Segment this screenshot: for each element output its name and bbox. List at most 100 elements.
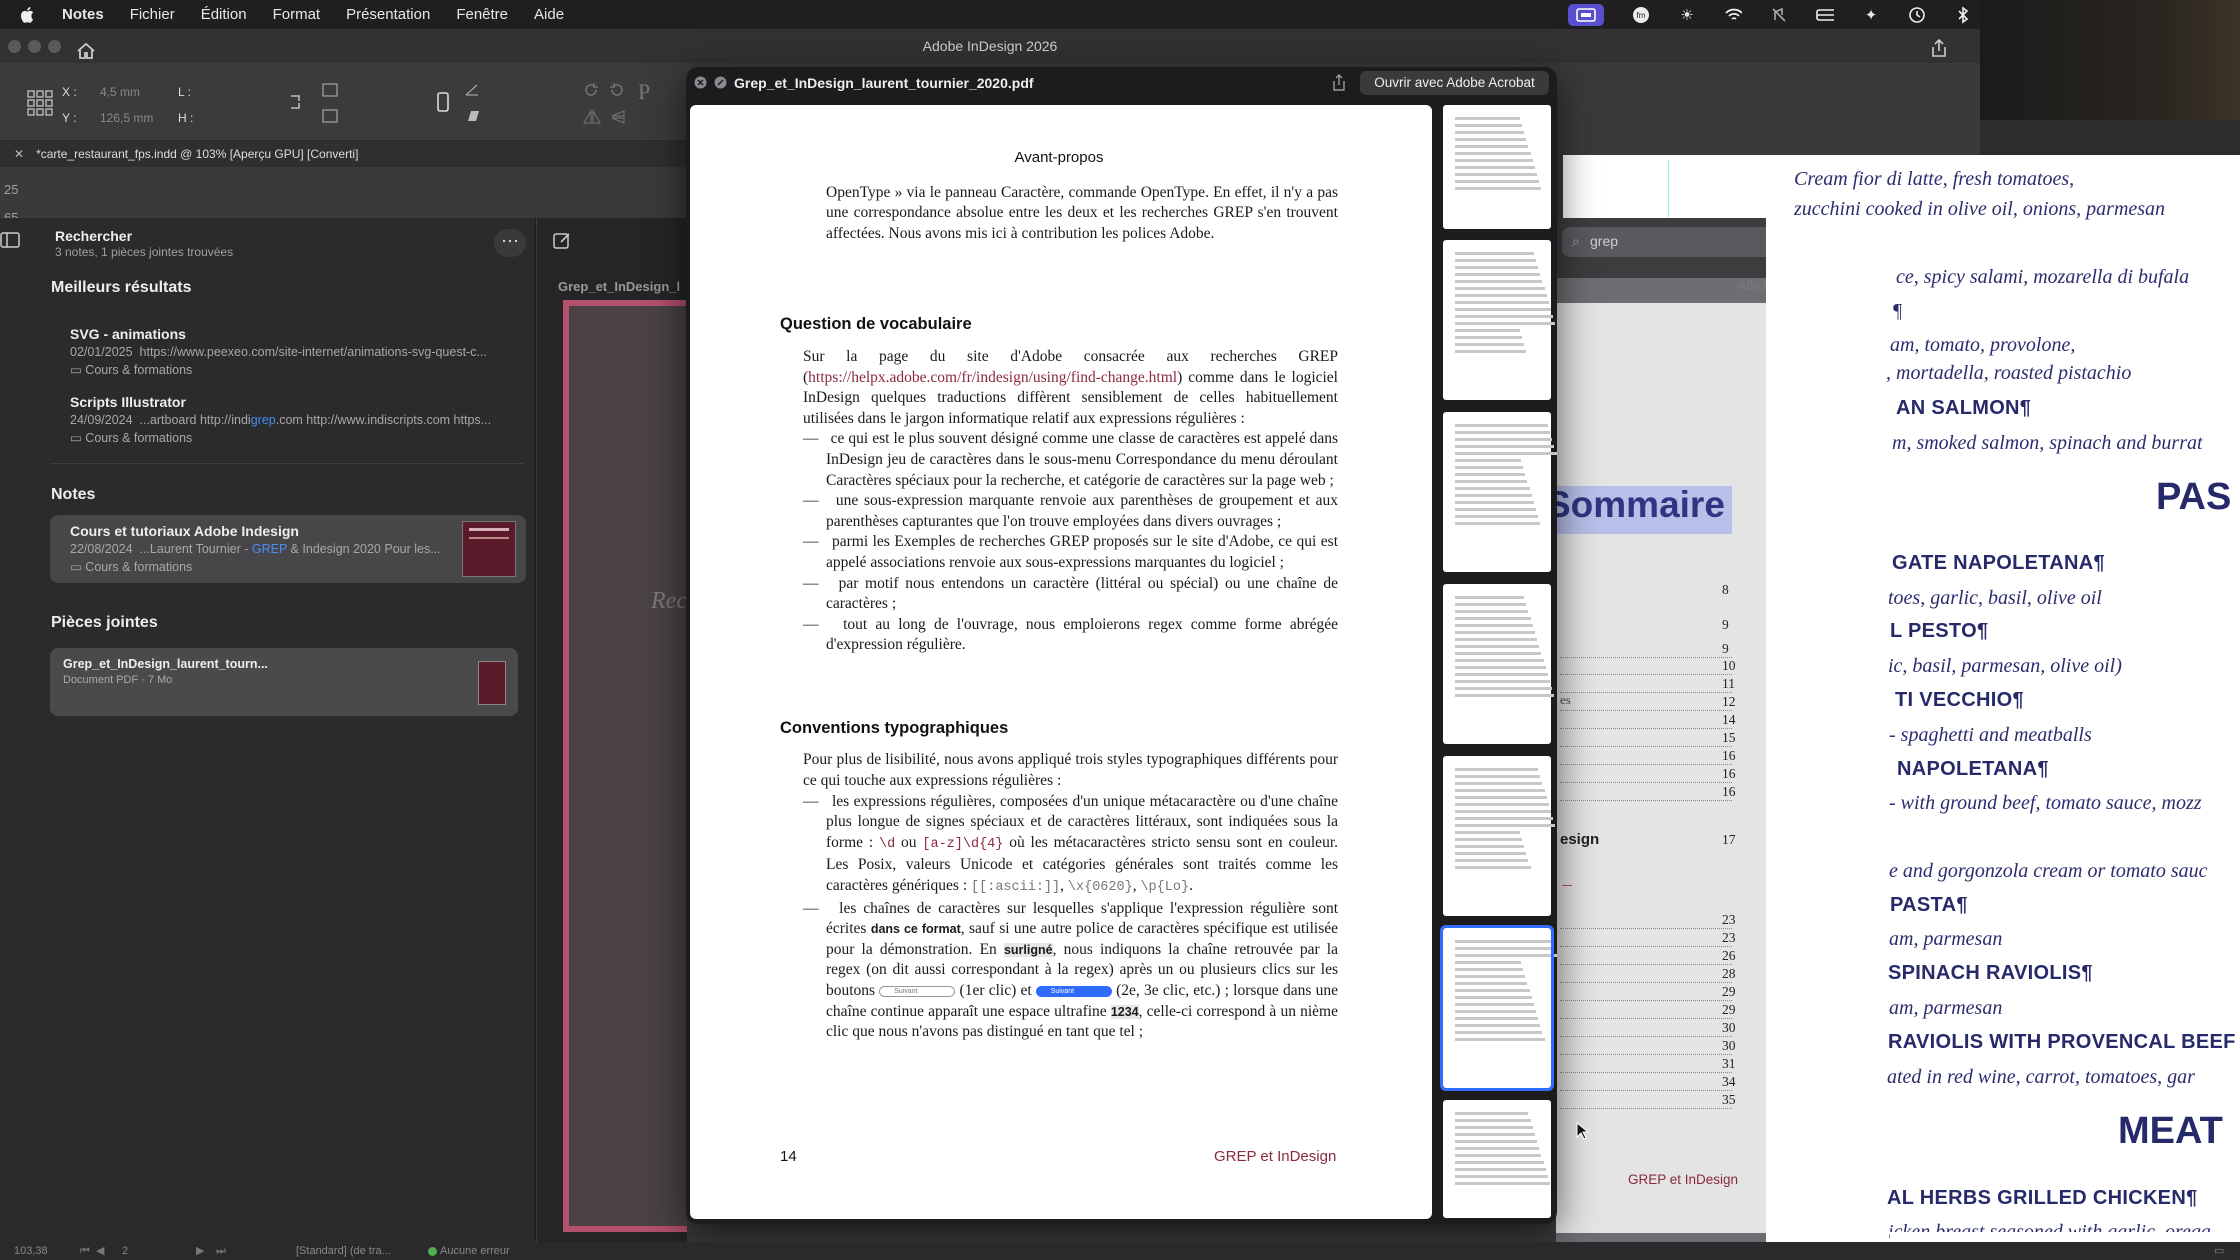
toc-heading: Sommaire (1546, 484, 1725, 525)
style-field[interactable]: [Standard] (de tra... (296, 1242, 391, 1260)
pdf-thumbnail[interactable] (1443, 105, 1551, 229)
menu-fichier[interactable]: Fichier (130, 6, 175, 23)
menu-line: Cream fior di latte, fresh tomatoes, (1794, 168, 2075, 190)
list-item: — par motif nous entendons un caractère … (803, 574, 1338, 615)
rotate-cw-icon[interactable] (608, 81, 626, 99)
sidebar-toggle-icon[interactable] (0, 232, 20, 248)
toc-leader (1560, 1018, 1732, 1019)
close-window-button[interactable] (8, 40, 21, 53)
attachment-meta: Document PDF · 7 Mo (63, 674, 173, 686)
share-pdf-icon[interactable] (1332, 74, 1346, 91)
time-machine-icon[interactable] (1908, 6, 1926, 24)
share-icon[interactable] (1930, 38, 1948, 58)
list-bullet: — (803, 430, 831, 448)
first-page-icon[interactable]: ⏮ (80, 1242, 90, 1260)
type-tool-icon[interactable]: P (638, 79, 650, 105)
pdf-page-content: Avant-propos OpenType » via le panneau C… (780, 148, 1338, 1043)
page-number: 14 (780, 1148, 797, 1165)
menu-format[interactable]: Format (273, 6, 321, 23)
note-result-scripts-illustrator[interactable]: Scripts Illustrator 24/09/2024 ...artboa… (70, 394, 510, 445)
scale-y-icon[interactable] (322, 109, 338, 123)
zoom-window-button[interactable] (48, 40, 61, 53)
constrain-icon[interactable] (288, 93, 302, 111)
toc-page-number: 9 (1722, 617, 1729, 632)
rotate-icon[interactable] (464, 83, 480, 97)
close-preview-icon[interactable] (694, 76, 707, 89)
menu-edition[interactable]: Édition (201, 6, 247, 23)
page-field[interactable]: 2 (122, 1242, 128, 1260)
sparkle-icon[interactable]: ✦ (1862, 6, 1880, 24)
layout-toggle-icon[interactable]: ▭ (2214, 1242, 2224, 1260)
menu-app-notes[interactable]: Notes (62, 6, 104, 23)
flip-vertical-icon[interactable] (610, 109, 630, 125)
pdf-thumbnail[interactable] (1443, 584, 1555, 744)
toc-page-number: 9 (1722, 641, 1729, 656)
folder-icon: ▭ (70, 560, 82, 574)
page-title: Avant-propos (1014, 149, 1104, 166)
close-tab-icon[interactable]: ✕ (14, 147, 24, 161)
menu-aide[interactable]: Aide (534, 6, 564, 23)
toc-leader (1560, 782, 1732, 783)
svg-text:fm: fm (1637, 11, 1646, 20)
drive-icon[interactable] (1816, 6, 1834, 24)
apple-icon[interactable] (20, 6, 36, 24)
compose-icon[interactable] (553, 232, 571, 250)
scale-x-icon[interactable] (322, 83, 338, 97)
vocabulary-list: — ce qui est le plus souvent désigné com… (780, 429, 1338, 656)
conventions-paragraph: Pour plus de lisibilité, nous avons appl… (803, 751, 1338, 790)
adobe-help-link[interactable]: https://helpx.adobe.com/fr/indesign/usin… (808, 369, 1177, 386)
open-with-acrobat-button[interactable]: Ouvrir avec Adobe Acrobat (1360, 71, 1549, 95)
toc-leader (1560, 764, 1732, 765)
screen-mirroring-icon[interactable] (1568, 3, 1604, 26)
toc-leader (1560, 946, 1732, 947)
pdf-thumbnail[interactable] (1440, 925, 1557, 1091)
note-snippet-rest: .com http://www.indiscripts.com https... (275, 413, 492, 427)
intro-paragraph: OpenType » via le panneau Caractère, com… (826, 183, 1338, 242)
preflight-status-icon[interactable] (428, 1247, 437, 1256)
pdf-thumbnail[interactable] (1443, 756, 1556, 916)
control-bar: X : 4,5 mm Y : 126,5 mm L : H : P (0, 63, 690, 141)
list-bullet: — (803, 615, 844, 633)
rotate-ccw-icon[interactable] (582, 81, 600, 99)
toc-leader (1560, 674, 1732, 675)
pdf-thumbnail[interactable] (1443, 412, 1557, 572)
next-page-icon[interactable]: ▶ (196, 1242, 204, 1260)
section-heading-vocabulary: Question de vocabulaire (780, 315, 972, 334)
note-result-svg-animations[interactable]: SVG - animations 02/01/2025 https://www.… (70, 326, 510, 377)
reference-point-icon[interactable] (26, 89, 54, 117)
more-options-button[interactable]: ⋯ (494, 229, 526, 257)
x-field[interactable]: 4,5 mm (100, 85, 140, 99)
menu-line: RAVIOLIS WITH PROVENCAL BEEF (1888, 1031, 2236, 1053)
home-icon[interactable] (76, 42, 96, 60)
fm-icon[interactable]: fm (1632, 6, 1650, 24)
wifi-shield-icon[interactable] (1724, 6, 1742, 24)
menu-line: - with ground beef, tomato sauce, mozz (1889, 792, 2202, 814)
toc-page-number: 16 (1722, 748, 1736, 763)
toc-leader (1560, 746, 1732, 747)
minimize-window-button[interactable] (28, 40, 41, 53)
prev-page-icon[interactable]: ◀ (96, 1242, 104, 1260)
bluetooth-icon[interactable] (1954, 5, 1972, 24)
y-field[interactable]: 126,5 mm (100, 111, 153, 125)
flip-horizontal-icon[interactable] (582, 109, 602, 125)
link-icon[interactable] (436, 91, 450, 113)
menu-presentation[interactable]: Présentation (346, 6, 430, 23)
indesign-status-bar: 103,38 ⏮ ◀ 2 ▶ ⏭ [Standard] (de tra... A… (0, 1242, 2240, 1260)
toc-page-number: 8 (1722, 582, 1729, 597)
note-title: Cours et tutoriaux Adobe Indesign (70, 523, 299, 539)
pdf-thumbnail[interactable] (1443, 1100, 1551, 1218)
next-button-active-sample: Suivant (1035, 985, 1112, 997)
zoom-field[interactable]: 103,38 (14, 1242, 48, 1260)
fullscreen-preview-icon[interactable] (714, 76, 727, 89)
shear-icon[interactable] (464, 109, 480, 123)
last-page-icon[interactable]: ⏭ (216, 1242, 226, 1260)
format-sample: dans ce format (870, 922, 961, 937)
toc-page-number: 23 (1722, 912, 1736, 927)
list-bullet: — (803, 533, 832, 551)
brightness-icon[interactable]: ☀ (1678, 6, 1696, 24)
mute-icon[interactable] (1770, 6, 1788, 24)
document-tab[interactable]: ✕ *carte_restaurant_fps.indd @ 103% [Aper… (0, 141, 690, 167)
menu-fenetre[interactable]: Fenêtre (456, 6, 508, 23)
menu-line: TI VECCHIO¶ (1895, 689, 2024, 711)
pdf-thumbnail[interactable] (1443, 240, 1556, 400)
